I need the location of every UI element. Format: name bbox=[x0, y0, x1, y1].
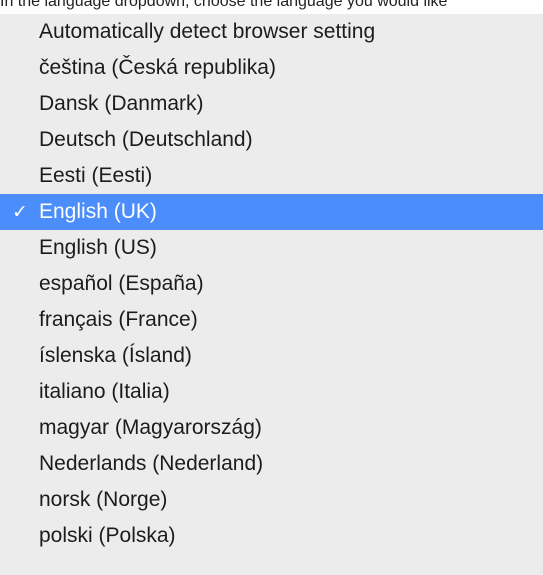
checkmark-icon bbox=[8, 266, 32, 302]
checkmark-icon bbox=[8, 14, 32, 50]
checkmark-icon bbox=[8, 410, 32, 446]
language-option-label: magyar (Magyarország) bbox=[39, 416, 262, 439]
language-option-label: italiano (Italia) bbox=[39, 380, 170, 403]
language-option[interactable]: Nederlands (Nederland) bbox=[0, 446, 543, 482]
language-option-label: English (UK) bbox=[39, 200, 157, 223]
checkmark-icon bbox=[8, 86, 32, 122]
checkmark-icon bbox=[8, 518, 32, 554]
language-option-label: Automatically detect browser setting bbox=[39, 20, 376, 43]
language-option[interactable]: italiano (Italia) bbox=[0, 374, 543, 410]
instruction-text: In the language dropdown, choose the lan… bbox=[0, 0, 448, 10]
language-option-label: íslenska (Ísland) bbox=[39, 344, 192, 367]
language-dropdown-menu[interactable]: Automatically detect browser setting češ… bbox=[0, 14, 543, 575]
language-option-label: Deutsch (Deutschland) bbox=[39, 128, 253, 151]
language-option[interactable]: français (France) bbox=[0, 302, 543, 338]
language-option-label: čeština (Česká republika) bbox=[39, 56, 276, 79]
checkmark-icon bbox=[8, 50, 32, 86]
language-option-label: polski (Polska) bbox=[39, 524, 176, 547]
language-option[interactable]: ✓ English (UK) bbox=[0, 194, 543, 230]
checkmark-icon bbox=[8, 446, 32, 482]
checkmark-icon: ✓ bbox=[12, 201, 28, 223]
language-option-label: English (US) bbox=[39, 236, 157, 259]
language-option[interactable]: magyar (Magyarország) bbox=[0, 410, 543, 446]
language-option-label: Dansk (Danmark) bbox=[39, 92, 204, 115]
language-option[interactable]: Deutsch (Deutschland) bbox=[0, 122, 543, 158]
language-option-label: Eesti (Eesti) bbox=[39, 164, 153, 187]
page: In the language dropdown, choose the lan… bbox=[0, 0, 543, 575]
language-option[interactable]: Automatically detect browser setting bbox=[0, 14, 543, 50]
language-option[interactable]: íslenska (Ísland) bbox=[0, 338, 543, 374]
language-option[interactable]: español (España) bbox=[0, 266, 543, 302]
language-option[interactable]: Eesti (Eesti) bbox=[0, 158, 543, 194]
language-option[interactable]: polski (Polska) bbox=[0, 518, 543, 554]
checkmark-icon bbox=[8, 302, 32, 338]
checkmark-icon bbox=[8, 122, 32, 158]
language-option[interactable]: Dansk (Danmark) bbox=[0, 86, 543, 122]
language-option[interactable]: norsk (Norge) bbox=[0, 482, 543, 518]
language-option[interactable]: English (US) bbox=[0, 230, 543, 266]
checkmark-icon bbox=[8, 482, 32, 518]
checkmark-icon bbox=[8, 374, 32, 410]
language-option[interactable]: čeština (Česká republika) bbox=[0, 50, 543, 86]
language-option-label: français (France) bbox=[39, 308, 198, 331]
checkmark-icon bbox=[8, 230, 32, 266]
language-option-label: español (España) bbox=[39, 272, 204, 295]
language-option-label: norsk (Norge) bbox=[39, 488, 168, 511]
checkmark-icon bbox=[8, 158, 32, 194]
checkmark-icon bbox=[8, 338, 32, 374]
language-option-label: Nederlands (Nederland) bbox=[39, 452, 264, 475]
